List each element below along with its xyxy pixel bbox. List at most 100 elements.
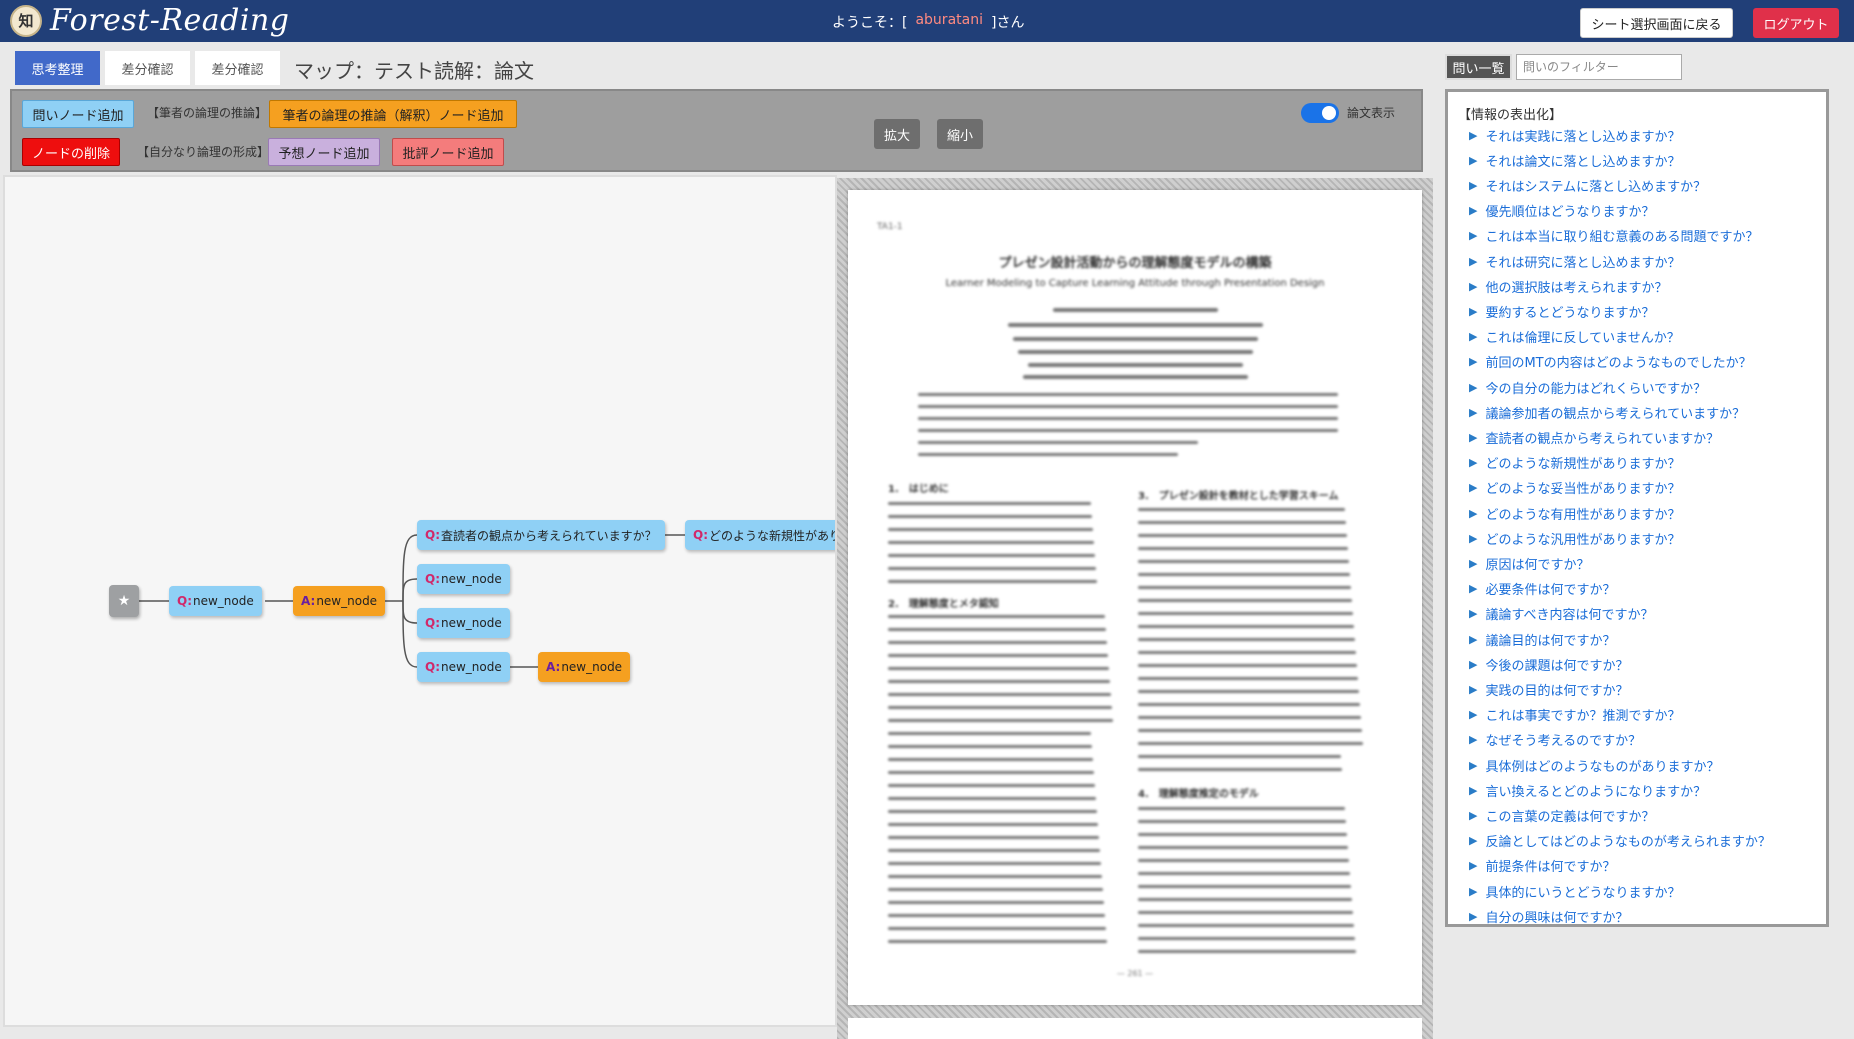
map-node-q-2[interactable]: Q: new_node bbox=[417, 564, 510, 594]
paper-text-line bbox=[888, 836, 1099, 839]
paper-text-line bbox=[1138, 924, 1354, 927]
node-prefix: Q: bbox=[177, 594, 192, 608]
map-node-a-leaf[interactable]: A: new_node bbox=[538, 652, 631, 682]
question-item[interactable]: ▶ 他の選択肢は考えられますか？ bbox=[1469, 275, 1667, 297]
paper-viewer[interactable]: TA1-1 プレゼン設計活動からの理解態度モデルの構築 Learner Mode… bbox=[837, 178, 1433, 1039]
question-item-label: 原因は何ですか？ bbox=[1485, 557, 1590, 573]
tab-thinking[interactable]: 思考整理 bbox=[15, 51, 100, 85]
paper-text-line bbox=[888, 628, 1106, 631]
paper-text-line bbox=[1138, 833, 1347, 836]
question-item[interactable]: ▶ なぜそう考えるのですか？ bbox=[1469, 729, 1641, 751]
question-item-label: 実践の目的は何ですか？ bbox=[1485, 683, 1629, 699]
question-item[interactable]: ▶ それは実践に落とし込めますか？ bbox=[1469, 124, 1680, 146]
node-prefix: Q: bbox=[425, 572, 440, 586]
zoom-out-button[interactable]: 縮小 bbox=[937, 119, 983, 149]
question-item[interactable]: ▶ 具体例はどのようなものがありますか？ bbox=[1469, 754, 1719, 776]
question-item[interactable]: ▶ どのような妥当性がありますか？ bbox=[1469, 477, 1680, 499]
expand-triangle-icon: ▶ bbox=[1469, 204, 1478, 218]
question-item[interactable]: ▶ 今の自分の能力はどれくらいですか？ bbox=[1469, 376, 1706, 398]
paper-page-number: — 261 — bbox=[1116, 969, 1154, 978]
paper-text-line bbox=[1138, 768, 1342, 771]
paper-text-line bbox=[888, 554, 1095, 557]
map-node-q-novelty[interactable]: Q: どのような新規性がありますか？ bbox=[685, 520, 835, 550]
add-question-node-button[interactable]: 問いノード追加 bbox=[22, 100, 134, 128]
toggle-knob bbox=[1322, 106, 1336, 120]
paper-display-toggle[interactable] bbox=[1301, 103, 1339, 123]
question-item[interactable]: ▶ 原因は何ですか？ bbox=[1469, 552, 1589, 574]
tab-diff-2[interactable]: 差分確認 bbox=[195, 51, 280, 85]
question-item[interactable]: ▶ 議論目的は何ですか？ bbox=[1469, 628, 1615, 650]
question-item[interactable]: ▶ この言葉の定義は何ですか？ bbox=[1469, 804, 1654, 826]
question-item[interactable]: ▶ 議論すべき内容は何ですか？ bbox=[1469, 603, 1654, 625]
paper-text-line bbox=[888, 797, 1096, 800]
delete-node-button[interactable]: ノードの削除 bbox=[22, 138, 120, 166]
paper-text-line bbox=[888, 667, 1109, 670]
question-item[interactable]: ▶ 言い換えるとどのようになりますか？ bbox=[1469, 779, 1706, 801]
paper-text-line bbox=[1138, 690, 1359, 693]
question-item[interactable]: ▶ これは事実ですか？推測ですか？ bbox=[1469, 704, 1680, 726]
map-node-q-3[interactable]: Q: new_node bbox=[417, 608, 510, 638]
question-item-label: 今の自分の能力はどれくらいですか？ bbox=[1485, 381, 1707, 397]
paper-text-line bbox=[1138, 820, 1346, 823]
question-item[interactable]: ▶ どのような有用性がありますか？ bbox=[1469, 502, 1680, 524]
question-item[interactable]: ▶ 優先順位はどうなりますか？ bbox=[1469, 200, 1654, 222]
map-node-a-main[interactable]: A: new_node bbox=[293, 586, 386, 616]
question-item[interactable]: ▶ 反論としてはどのようなものが考えられますか？ bbox=[1469, 830, 1771, 852]
expand-triangle-icon: ▶ bbox=[1469, 607, 1478, 621]
tab-diff-1[interactable]: 差分確認 bbox=[105, 51, 190, 85]
question-item[interactable]: ▶ 査読者の観点から考えられていますか？ bbox=[1469, 426, 1719, 448]
map-node-q-root[interactable]: Q: new_node bbox=[169, 586, 262, 616]
mind-map-canvas[interactable]: ★ Q: new_node A: new_node Q: 査読者の観点から考えら… bbox=[3, 175, 837, 1027]
expand-triangle-icon: ▶ bbox=[1469, 229, 1478, 243]
question-list-label[interactable]: 問い一覧 bbox=[1445, 54, 1512, 80]
paper-text-line bbox=[888, 875, 1102, 878]
question-item[interactable]: ▶ 自分の興味は何ですか？ bbox=[1469, 905, 1628, 924]
expand-triangle-icon: ▶ bbox=[1469, 708, 1478, 722]
paper-text-line bbox=[888, 771, 1094, 774]
paper-code: TA1-1 bbox=[877, 222, 903, 232]
paper-text-line bbox=[1138, 885, 1351, 888]
question-item-label: 前提条件は何ですか？ bbox=[1485, 860, 1616, 876]
question-item[interactable]: ▶ それは論文に落とし込めますか？ bbox=[1469, 149, 1680, 171]
add-prediction-node-button[interactable]: 予想ノード追加 bbox=[268, 138, 380, 166]
zoom-in-button[interactable]: 拡大 bbox=[874, 119, 920, 149]
question-filter-input[interactable] bbox=[1516, 54, 1682, 80]
question-item[interactable]: ▶ どのような新規性がありますか？ bbox=[1469, 452, 1680, 474]
paper-text-line bbox=[888, 580, 1097, 583]
question-item[interactable]: ▶ 前回のMTの内容はどのようなものでしたか？ bbox=[1469, 351, 1752, 373]
question-item[interactable]: ▶ どのような汎用性がありますか？ bbox=[1469, 527, 1680, 549]
question-item[interactable]: ▶ これは倫理に反していませんか？ bbox=[1469, 326, 1680, 348]
logout-button[interactable]: ログアウト bbox=[1753, 8, 1839, 38]
paper-section-2: 2. 理解態度とメタ認知 bbox=[888, 599, 999, 610]
question-item[interactable]: ▶ 必要条件は何ですか？ bbox=[1469, 578, 1615, 600]
question-item[interactable]: ▶ これは本当に取り組む意義のある問題ですか？ bbox=[1469, 225, 1758, 247]
back-to-sheet-select-button[interactable]: シート選択画面に戻る bbox=[1580, 8, 1733, 38]
paper-text-line bbox=[1138, 950, 1356, 953]
add-critique-node-button[interactable]: 批評ノード追加 bbox=[392, 138, 504, 166]
add-author-reasoning-node-button[interactable]: 筆者の論理の推論（解釈）ノード追加 bbox=[269, 100, 517, 128]
paper-text-line bbox=[1138, 612, 1353, 615]
paper-section-1: 1. はじめに bbox=[888, 484, 949, 495]
paper-section-3: 3. プレゼン設計を教材とした学習スキーム bbox=[1138, 491, 1339, 502]
expand-triangle-icon: ▶ bbox=[1469, 153, 1478, 167]
paper-text-line bbox=[1138, 898, 1352, 901]
paper-text-line bbox=[888, 849, 1100, 852]
question-item-label: 今後の課題は何ですか？ bbox=[1485, 658, 1629, 674]
question-item-label: 具体例はどのようなものがありますか？ bbox=[1485, 759, 1720, 775]
question-item[interactable]: ▶ それはシステムに落とし込めますか？ bbox=[1469, 174, 1706, 196]
question-item-label: この言葉の定義は何ですか？ bbox=[1485, 809, 1655, 825]
question-item[interactable]: ▶ 今後の課題は何ですか？ bbox=[1469, 653, 1628, 675]
question-item[interactable]: ▶ 要約するとどうなりますか？ bbox=[1469, 300, 1654, 322]
question-item[interactable]: ▶ 実践の目的は何ですか？ bbox=[1469, 678, 1628, 700]
question-item[interactable]: ▶ 議論参加者の観点から考えられていますか？ bbox=[1469, 401, 1745, 423]
root-node[interactable]: ★ bbox=[109, 585, 139, 617]
map-node-q-4[interactable]: Q: new_node bbox=[417, 652, 510, 682]
paper-text-line bbox=[1138, 859, 1349, 862]
map-node-q-reviewer[interactable]: Q: 査読者の観点から考えられていますか？ bbox=[417, 520, 665, 550]
question-item[interactable]: ▶ 具体的にいうとどうなりますか？ bbox=[1469, 880, 1680, 902]
question-item[interactable]: ▶ 前提条件は何ですか？ bbox=[1469, 855, 1615, 877]
question-item[interactable]: ▶ それは研究に落とし込めますか？ bbox=[1469, 250, 1680, 272]
paper-display-label: 論文表示 bbox=[1347, 106, 1396, 120]
app-logo[interactable]: 知 Forest-Reading bbox=[10, 3, 289, 38]
question-item-label: 反論としてはどのようなものが考えられますか？ bbox=[1485, 835, 1771, 851]
